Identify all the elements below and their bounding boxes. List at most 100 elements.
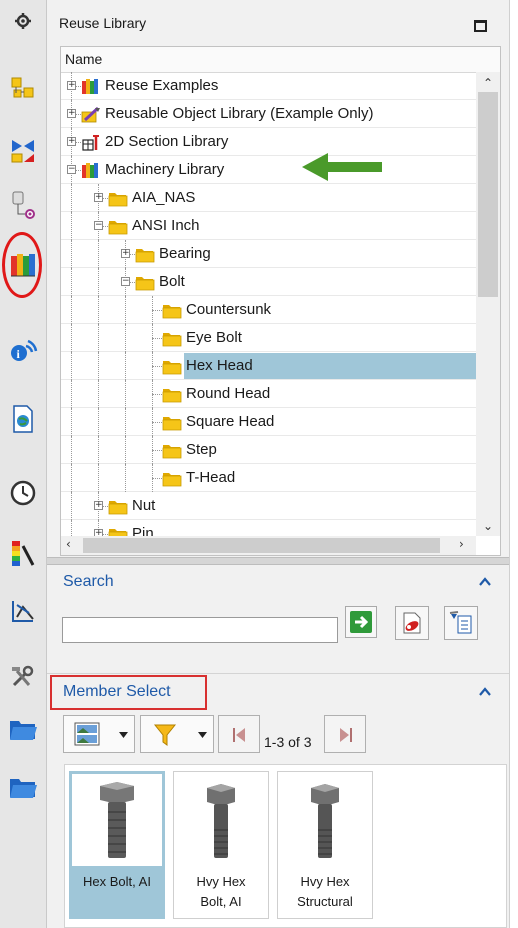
vertical-scroll-thumb[interactable]: [478, 92, 498, 297]
tree-connector: [125, 408, 126, 436]
constraint-navigator-icon[interactable]: [8, 136, 38, 166]
tree-row[interactable]: + Reusable Object Library (Example Only): [61, 100, 476, 128]
maximize-button[interactable]: [474, 20, 487, 32]
expand-icon[interactable]: +: [94, 501, 103, 510]
expand-icon[interactable]: +: [94, 193, 103, 202]
section-divider: [47, 673, 509, 674]
assembly-navigator-icon[interactable]: [8, 74, 38, 104]
folder-icon: [162, 442, 182, 459]
member-card[interactable]: Hex Bolt, AI: [69, 771, 165, 919]
folder-icon-1[interactable]: [8, 714, 38, 744]
tree-row[interactable]: Square Head: [61, 408, 476, 436]
tree-row[interactable]: + Nut: [61, 492, 476, 520]
tree-connector: [71, 380, 72, 408]
folder-icon: [135, 274, 155, 291]
tree-row-label: Round Head: [186, 385, 271, 402]
tree-row-selected[interactable]: Hex Head: [61, 352, 476, 380]
tree-column-header[interactable]: Name: [61, 47, 500, 73]
collapse-icon[interactable]: −: [67, 165, 76, 174]
go-search-icon: [350, 611, 372, 633]
tree-connector: [125, 436, 126, 464]
folder-icon: [162, 302, 182, 319]
vertical-scrollbar[interactable]: ⌃ ⌄: [476, 72, 500, 536]
tree-row[interactable]: Round Head: [61, 380, 476, 408]
scroll-up-icon[interactable]: ⌃: [483, 76, 493, 90]
chevron-down-icon: [119, 732, 128, 738]
member-select-section-label[interactable]: Member Select: [63, 683, 171, 701]
scroll-right-icon[interactable]: ›: [459, 537, 464, 551]
last-page-button[interactable]: [324, 715, 366, 753]
search-results-icon: [449, 611, 472, 634]
bolt-thumbnail-icon: [280, 774, 370, 866]
search-go-button[interactable]: [345, 606, 377, 638]
tree-connector: [125, 352, 126, 380]
tree-row-label: Pin: [132, 525, 154, 536]
tree-connector: [71, 520, 72, 536]
tree-connector: [98, 380, 99, 408]
reuse-library-panel: Reuse Library Name + Reuse Examples + Reusa…: [47, 0, 509, 928]
scroll-left-icon[interactable]: ‹: [66, 537, 71, 551]
hd3d-tools-icon[interactable]: i: [8, 336, 38, 366]
tree-row[interactable]: + Pin: [61, 520, 476, 536]
visualization-icon[interactable]: [8, 538, 38, 568]
folder-icon-2[interactable]: [8, 772, 38, 802]
tree-row[interactable]: T-Head: [61, 464, 476, 492]
expand-icon[interactable]: +: [67, 109, 76, 118]
folder-icon: [162, 470, 182, 487]
panel-title: Reuse Library: [59, 15, 147, 31]
collapse-icon[interactable]: −: [121, 277, 130, 286]
settings-gear-icon[interactable]: [8, 6, 38, 36]
search-settings-button[interactable]: [395, 606, 429, 640]
panel-splitter[interactable]: [47, 557, 509, 565]
tree-connector: [152, 366, 162, 367]
search-results-button[interactable]: [444, 606, 478, 640]
tree-row-label: 2D Section Library: [105, 133, 229, 150]
collapse-icon[interactable]: −: [94, 221, 103, 230]
tree-connector: [152, 450, 162, 451]
tree-row[interactable]: Eye Bolt: [61, 324, 476, 352]
scroll-down-icon[interactable]: ⌄: [483, 519, 493, 533]
tools-icon[interactable]: [8, 662, 38, 692]
tree-row-label: Reusable Object Library (Example Only): [105, 105, 374, 122]
member-select-collapse-icon[interactable]: [478, 685, 492, 699]
tree-row[interactable]: +2D Section Library: [61, 128, 476, 156]
member-card-caption: Hvy Hex Bolt, AI: [196, 874, 246, 909]
tree-row[interactable]: + Reuse Examples: [61, 72, 476, 100]
tree-row[interactable]: + AIA_NAS: [61, 184, 476, 212]
expand-icon[interactable]: +: [121, 249, 130, 258]
first-page-button[interactable]: [218, 715, 260, 753]
expand-icon[interactable]: +: [67, 81, 76, 90]
history-icon[interactable]: [8, 478, 38, 508]
search-input[interactable]: [62, 617, 338, 643]
web-browser-icon[interactable]: [8, 404, 38, 434]
window-edge: [509, 0, 518, 928]
tree-connector: [152, 478, 162, 479]
search-section-label[interactable]: Search: [63, 573, 114, 591]
member-card[interactable]: Hvy Hex Structural: [277, 771, 373, 919]
tree-connector: [98, 324, 99, 352]
view-mode-dropdown[interactable]: [63, 715, 135, 753]
tree-row[interactable]: − Bolt: [61, 268, 476, 296]
tree-row-label: Reuse Examples: [105, 77, 219, 94]
horizontal-scrollbar[interactable]: ‹ ›: [61, 536, 476, 555]
library-tree[interactable]: Name + Reuse Examples + Reusable Object Lib…: [60, 46, 501, 556]
folder-icon: [162, 358, 182, 375]
analysis-icon[interactable]: [8, 596, 38, 626]
search-collapse-icon[interactable]: [478, 575, 492, 589]
tree-row[interactable]: − Machinery Library: [61, 156, 476, 184]
tree-row[interactable]: − ANSI Inch: [61, 212, 476, 240]
part-navigator-icon[interactable]: [8, 190, 38, 220]
expand-icon[interactable]: +: [67, 137, 76, 146]
tree-row[interactable]: + Bearing: [61, 240, 476, 268]
tree-row[interactable]: Step: [61, 436, 476, 464]
expand-icon[interactable]: +: [94, 529, 103, 536]
tree-row[interactable]: Countersunk: [61, 296, 476, 324]
member-card[interactable]: Hvy Hex Bolt, AI: [173, 771, 269, 919]
tree-row-label: Countersunk: [186, 301, 272, 318]
tree-connector: [152, 464, 153, 492]
filter-dropdown[interactable]: [140, 715, 214, 753]
last-page-icon: [340, 728, 352, 742]
member-card-caption: Hvy Hex Structural: [297, 874, 353, 909]
tree-connector: [71, 324, 72, 352]
horizontal-scroll-thumb[interactable]: [83, 538, 440, 553]
